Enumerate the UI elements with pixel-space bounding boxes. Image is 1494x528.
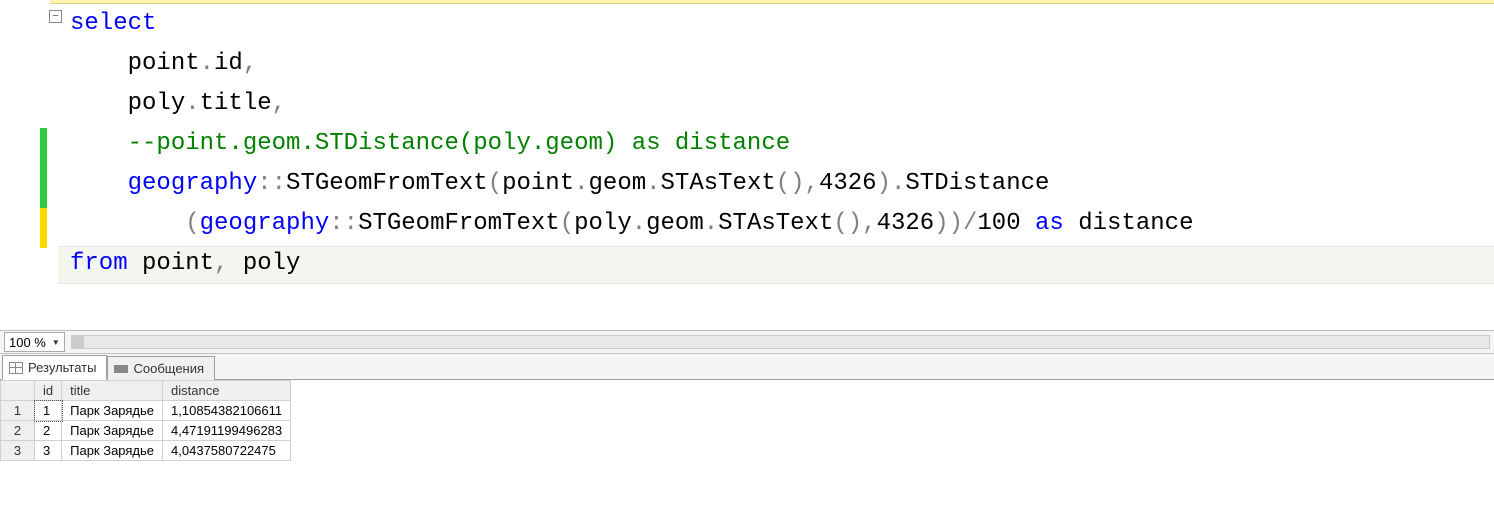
cell-distance[interactable]: 4,47191199496283 xyxy=(163,421,291,441)
column-header[interactable]: id xyxy=(35,381,62,401)
tab-messages[interactable]: Сообщения xyxy=(107,356,215,380)
table-row[interactable]: 33Парк Зарядье4,0437580722475 xyxy=(1,441,291,461)
messages-icon xyxy=(114,363,128,375)
cell-id[interactable]: 3 xyxy=(35,441,62,461)
results-tabstrip: Результаты Сообщения xyxy=(0,354,1494,380)
row-number[interactable]: 1 xyxy=(1,401,35,421)
results-panel: id title distance 11Парк Зарядье1,108543… xyxy=(0,380,1494,528)
header-row: id title distance xyxy=(1,381,291,401)
corner-cell[interactable] xyxy=(1,381,35,401)
grid-icon xyxy=(9,362,23,374)
cell-distance[interactable]: 1,10854382106611 xyxy=(163,401,291,421)
table-row[interactable]: 11Парк Зарядье1,10854382106611 xyxy=(1,401,291,421)
code-text[interactable]: select point.id, poly.title, --point.geo… xyxy=(0,4,1494,284)
horizontal-scrollbar[interactable] xyxy=(71,335,1490,349)
chevron-down-icon: ▼ xyxy=(52,338,60,347)
zoom-dropdown[interactable]: 100 % ▼ xyxy=(4,332,65,352)
tab-label: Сообщения xyxy=(133,361,204,376)
column-header[interactable]: distance xyxy=(163,381,291,401)
row-number[interactable]: 2 xyxy=(1,421,35,441)
row-number[interactable]: 3 xyxy=(1,441,35,461)
results-grid[interactable]: id title distance 11Парк Зарядье1,108543… xyxy=(0,380,291,461)
cell-id[interactable]: 2 xyxy=(35,421,62,441)
sql-editor[interactable]: − select point.id, poly.title, --point.g… xyxy=(0,0,1494,330)
cell-title[interactable]: Парк Зарядье xyxy=(62,441,163,461)
tab-results[interactable]: Результаты xyxy=(2,355,107,380)
tab-label: Результаты xyxy=(28,360,96,375)
column-header[interactable]: title xyxy=(62,381,163,401)
zoom-toolbar: 100 % ▼ xyxy=(0,330,1494,354)
table-row[interactable]: 22Парк Зарядье4,47191199496283 xyxy=(1,421,291,441)
cell-title[interactable]: Парк Зарядье xyxy=(62,421,163,441)
cell-id[interactable]: 1 xyxy=(35,401,62,421)
cell-distance[interactable]: 4,0437580722475 xyxy=(163,441,291,461)
zoom-value: 100 % xyxy=(9,335,46,350)
scrollbar-button-left[interactable] xyxy=(72,336,84,348)
cell-title[interactable]: Парк Зарядье xyxy=(62,401,163,421)
